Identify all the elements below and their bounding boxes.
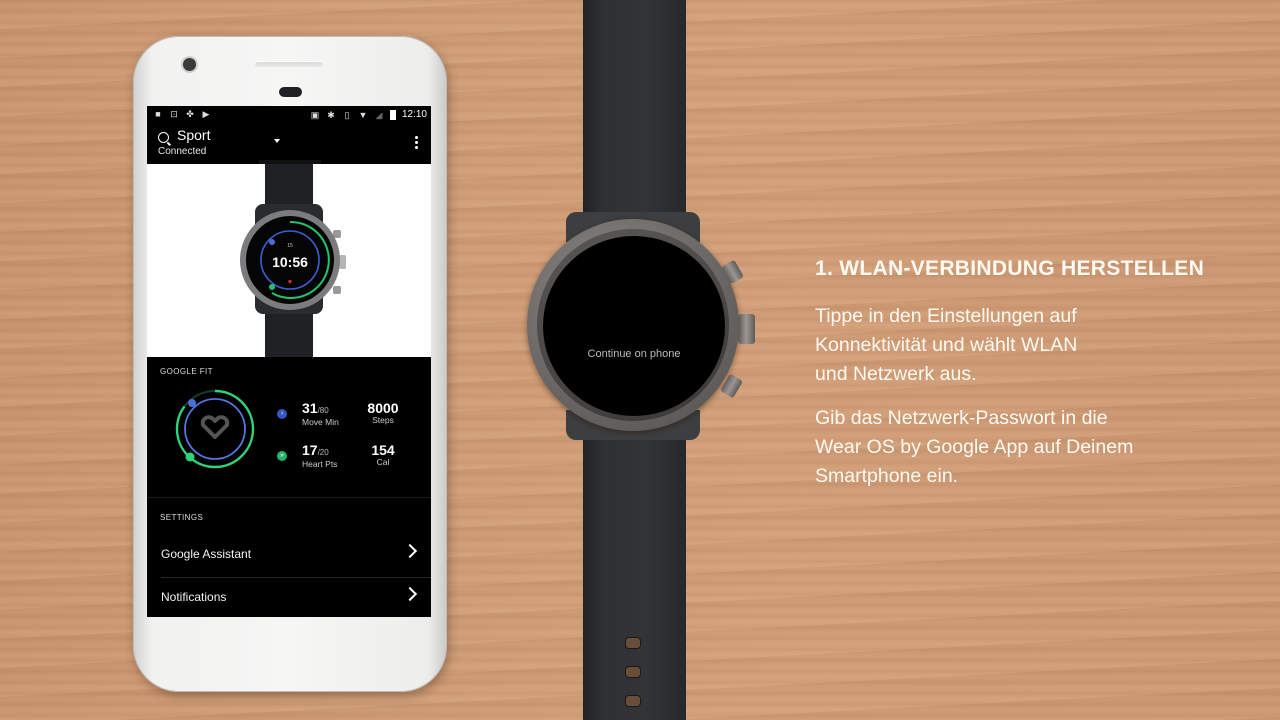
- strap-hole: [626, 667, 640, 677]
- status-time: 12:10: [401, 109, 427, 120]
- watch-crown[interactable]: [738, 314, 755, 344]
- instructions-panel: 1. WLAN-VERBINDUNG HERSTELLEN Tippe in d…: [815, 257, 1204, 491]
- phone-screen: ■ ⊡ ✤ ▶ ▣ ✱ ▯ ▼ ◢ 12:10 Sport Connected: [147, 106, 431, 617]
- bluetooth-icon: ✱: [327, 109, 335, 120]
- strap-hole: [626, 696, 640, 706]
- settings-item-google-assistant[interactable]: Google Assistant: [147, 535, 431, 575]
- move-min-value: 31: [302, 400, 318, 416]
- settings-item-label: Notifications: [161, 590, 227, 604]
- video-icon: ■: [155, 109, 161, 119]
- front-camera: [183, 58, 196, 71]
- pinwheel-icon: ✤: [186, 109, 194, 119]
- watch-strap-bottom: [583, 420, 686, 720]
- text-line: Gib das Netzwerk-Passwort in die: [815, 407, 1108, 429]
- instructions-paragraph-1: Tippe in den Einstellungen auf Konnektiv…: [815, 302, 1204, 389]
- smartphone: ■ ⊡ ✤ ▶ ▣ ✱ ▯ ▼ ◢ 12:10 Sport Connected: [133, 36, 447, 692]
- fit-progress-ring: [175, 389, 255, 469]
- chevron-right-icon: [402, 543, 418, 559]
- heart-pts-icon: »: [277, 451, 287, 461]
- steps-value: 8000: [367, 400, 399, 416]
- settings-section: SETTINGS Google Assistant Notifications: [147, 498, 431, 617]
- app-bar: Sport Connected: [147, 124, 431, 162]
- device-dropdown-icon[interactable]: [274, 139, 280, 143]
- steps-label: Steps: [372, 415, 394, 425]
- chevron-right-icon: [402, 586, 418, 602]
- move-min-goal: /80: [317, 406, 329, 415]
- proximity-sensor: [279, 87, 302, 97]
- google-fit-card[interactable]: GOOGLE FIT › 31/80 Move Min 8000 Steps »: [147, 357, 431, 498]
- watch-screen-message: Continue on phone: [587, 348, 681, 360]
- steps-stat: 8000 Steps: [361, 400, 405, 425]
- connection-status: Connected: [158, 146, 207, 157]
- heart-marker: [185, 452, 195, 462]
- cast-icon: ▣: [310, 109, 320, 120]
- move-marker: [188, 399, 196, 407]
- move-min-label: Move Min: [302, 417, 339, 427]
- tab-indicator: [259, 160, 321, 164]
- no-signal-icon: ◢: [375, 109, 383, 120]
- earpiece-speaker: [255, 61, 323, 67]
- wear-os-logo-icon: [158, 132, 169, 143]
- instructions-paragraph-2: Gib das Netzwerk-Passwort in die Wear OS…: [815, 404, 1204, 491]
- text-line: Smartphone ein.: [815, 465, 959, 487]
- wifi-icon: ▼: [358, 109, 368, 120]
- text-line: Konnektivität und wählt WLAN: [815, 334, 1078, 356]
- overflow-menu-icon[interactable]: [415, 136, 418, 151]
- heart-pts-stat: 17/20 Heart Pts: [302, 442, 337, 469]
- heart-pts-value: 17: [302, 442, 318, 458]
- settings-item-label: Google Assistant: [161, 547, 252, 561]
- move-minutes-arc: [184, 398, 246, 460]
- heart-pts-goal: /20: [317, 448, 329, 457]
- text-line: Tippe in den Einstellungen auf: [815, 305, 1077, 327]
- svg-text:15: 15: [287, 243, 293, 249]
- svg-text:♥: ♥: [288, 279, 292, 286]
- strap-hole: [626, 638, 640, 648]
- text-line: und Netzwerk aus.: [815, 363, 977, 385]
- text-line: Wear OS by Google App auf Deinem: [815, 436, 1134, 458]
- move-min-icon: ›: [277, 409, 287, 419]
- watch-strap-top: [583, 0, 686, 240]
- google-fit-heart-icon: [200, 415, 230, 439]
- calories-stat: 154 Cal: [361, 442, 405, 467]
- preview-time: 10:56: [272, 254, 308, 270]
- settings-item-notifications[interactable]: Notifications: [147, 578, 431, 617]
- calories-label: Cal: [376, 457, 390, 467]
- google-fit-label: GOOGLE FIT: [160, 367, 213, 376]
- watch-preview-image: 10:56 15 ♥: [240, 164, 346, 357]
- play-store-icon: ▶: [202, 109, 210, 119]
- calories-value: 154: [371, 442, 395, 458]
- heart-pts-label: Heart Pts: [302, 459, 338, 469]
- watch-preview: 10:56 15 ♥: [147, 160, 431, 357]
- status-bar: ■ ⊡ ✤ ▶ ▣ ✱ ▯ ▼ ◢ 12:10: [147, 106, 431, 124]
- screenshot-icon: ⊡: [170, 109, 178, 119]
- watch-screen[interactable]: Continue on phone: [543, 236, 725, 416]
- instructions-heading: 1. WLAN-VERBINDUNG HERSTELLEN: [815, 257, 1205, 280]
- settings-label: SETTINGS: [160, 513, 204, 522]
- move-min-stat: 31/80 Move Min: [302, 400, 339, 427]
- vibrate-icon: ▯: [344, 109, 350, 120]
- battery-icon: [389, 109, 396, 120]
- device-name[interactable]: Sport: [177, 127, 210, 143]
